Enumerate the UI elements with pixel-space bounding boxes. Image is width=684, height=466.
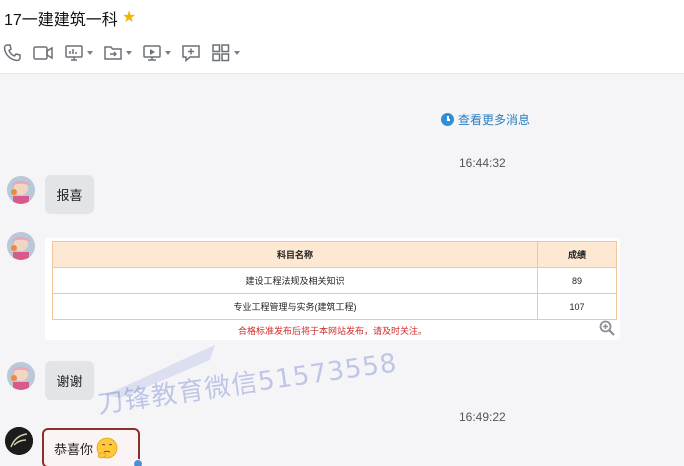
table-row: 建设工程法规及相关知识 89 bbox=[52, 267, 617, 294]
message-text: 报喜 bbox=[56, 188, 83, 203]
screen-share-icon bbox=[65, 45, 83, 61]
star-icon[interactable]: ★ bbox=[122, 10, 136, 26]
remote-desktop-button[interactable] bbox=[142, 42, 171, 64]
message-text: 谢谢 bbox=[56, 374, 83, 389]
avatar[interactable] bbox=[7, 232, 35, 260]
window-title: 17一建建筑一科 bbox=[4, 12, 118, 29]
avatar-image bbox=[7, 232, 35, 260]
table-cell: 专业工程管理与实务(建筑工程) bbox=[52, 293, 538, 320]
toolbar bbox=[2, 42, 240, 64]
avatar-image bbox=[7, 176, 35, 204]
column-header: 科目名称 bbox=[52, 241, 538, 268]
grid-apps-icon bbox=[212, 44, 230, 62]
table-header-row: 科目名称 成绩 bbox=[52, 241, 617, 268]
zoom-in-icon[interactable] bbox=[599, 320, 615, 336]
view-more-messages-link[interactable]: 查看更多消息 bbox=[441, 111, 530, 128]
score-table: 科目名称 成绩 建设工程法规及相关知识 89 专业工程管理与实务(建筑工程) 1… bbox=[52, 241, 617, 320]
thinking-emoji-icon bbox=[96, 437, 118, 459]
screen-share-button[interactable] bbox=[64, 42, 93, 64]
chevron-down-icon bbox=[87, 51, 93, 55]
avatar[interactable] bbox=[7, 362, 35, 390]
chevron-down-icon bbox=[234, 51, 240, 55]
message-timestamp: 16:49:22 bbox=[459, 410, 506, 424]
table-cell: 107 bbox=[537, 293, 617, 320]
app-grid-button[interactable] bbox=[211, 42, 240, 64]
avatar-image bbox=[5, 427, 33, 455]
score-image-message[interactable]: 科目名称 成绩 建设工程法规及相关知识 89 专业工程管理与实务(建筑工程) 1… bbox=[45, 238, 620, 340]
remote-desktop-icon bbox=[143, 45, 161, 61]
avatar[interactable] bbox=[5, 427, 33, 455]
table-cell: 建设工程法规及相关知识 bbox=[52, 267, 538, 294]
add-app-icon bbox=[182, 45, 200, 63]
avatar-image bbox=[7, 362, 35, 390]
chat-header: 17一建建筑一科 ★ bbox=[0, 0, 684, 74]
chevron-down-icon bbox=[165, 51, 171, 55]
message-timestamp: 16:44:32 bbox=[459, 156, 506, 170]
title-row: 17一建建筑一科 ★ bbox=[4, 6, 136, 30]
file-icon bbox=[104, 46, 122, 60]
phone-icon bbox=[3, 44, 21, 62]
file-button[interactable] bbox=[103, 42, 132, 64]
column-header: 成绩 bbox=[537, 241, 617, 268]
phone-button[interactable] bbox=[2, 42, 22, 64]
notice-text: 合格标准发布后将于本网站发布，请及时关注。 bbox=[237, 326, 427, 336]
message-bubble[interactable]: 恭喜你 bbox=[42, 428, 140, 466]
chevron-down-icon bbox=[126, 51, 132, 55]
table-cell: 89 bbox=[537, 267, 617, 294]
view-more-messages-label: 查看更多消息 bbox=[458, 113, 531, 127]
message-text: 恭喜你 bbox=[54, 441, 94, 457]
message-bubble[interactable]: 谢谢 bbox=[45, 361, 94, 400]
avatar[interactable] bbox=[7, 176, 35, 204]
add-app-button[interactable] bbox=[181, 42, 201, 64]
chat-area[interactable]: 查看更多消息 16:44:32 报喜 科目名称 成绩 建设工程法规及相关知识 8… bbox=[0, 75, 684, 466]
message-bubble[interactable]: 报喜 bbox=[45, 175, 94, 214]
video-button[interactable] bbox=[32, 42, 54, 64]
video-icon bbox=[33, 46, 53, 60]
table-row: 专业工程管理与实务(建筑工程) 107 bbox=[52, 293, 617, 320]
clock-icon bbox=[441, 113, 454, 126]
status-badge bbox=[133, 459, 143, 466]
